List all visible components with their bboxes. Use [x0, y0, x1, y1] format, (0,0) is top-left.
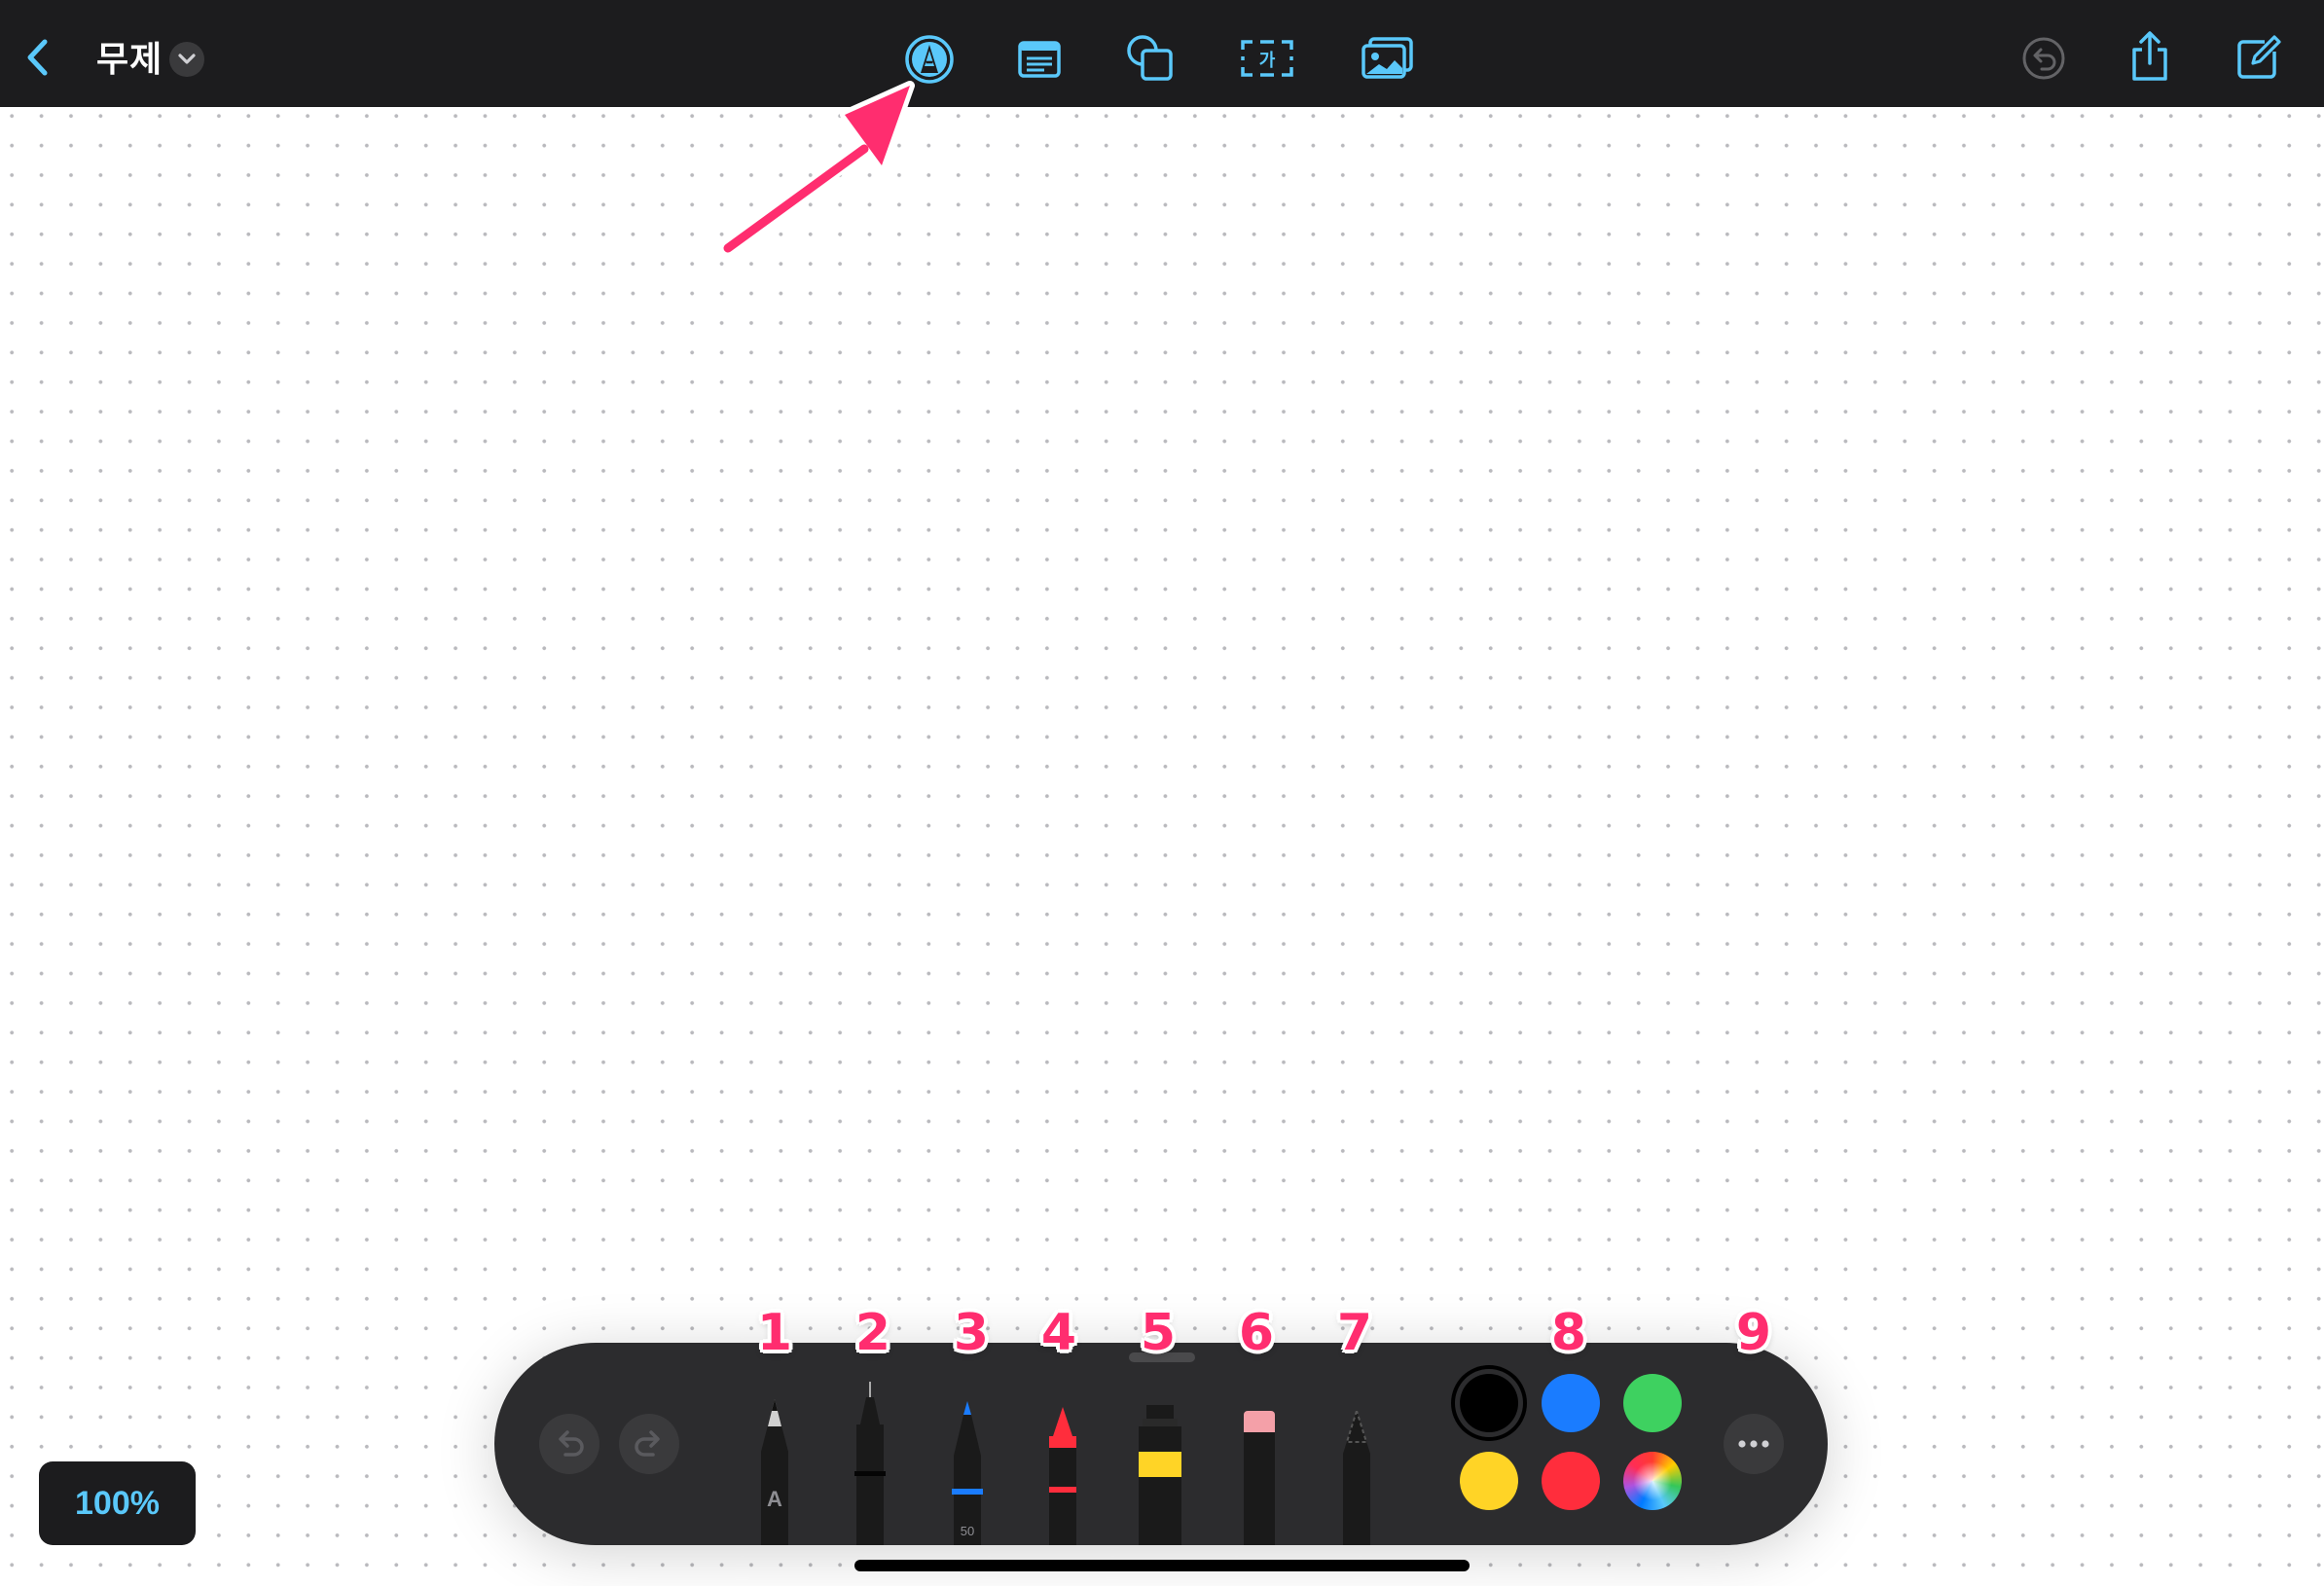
share-icon[interactable]	[2127, 29, 2172, 84]
annotation-number-8: 8	[1550, 1304, 1587, 1362]
text-box-icon[interactable]	[1016, 37, 1063, 82]
annotation-number-9: 9	[1735, 1304, 1772, 1362]
title-dropdown-chevron-icon[interactable]	[169, 42, 204, 77]
annotation-number-7: 7	[1336, 1304, 1373, 1362]
document-title[interactable]: 무제	[96, 31, 163, 82]
marker-tool[interactable]: 50	[948, 1397, 987, 1550]
home-indicator[interactable]	[854, 1560, 1470, 1571]
annotation-number-1: 1	[756, 1304, 793, 1362]
palette-undo-icon[interactable]	[539, 1414, 599, 1474]
shapes-icon[interactable]	[1125, 33, 1176, 84]
lasso-tool[interactable]	[1337, 1407, 1376, 1550]
watercolor-tool[interactable]	[1133, 1405, 1187, 1550]
color-swatch-yellow[interactable]	[1460, 1452, 1518, 1510]
more-options-icon[interactable]	[1724, 1414, 1784, 1474]
annotation-number-4: 4	[1040, 1304, 1077, 1362]
annotation-number-6: 6	[1238, 1304, 1275, 1362]
crayon-tool[interactable]	[1043, 1397, 1082, 1550]
marker-label: 50	[961, 1524, 974, 1538]
undo-icon[interactable]	[2020, 35, 2067, 82]
palette-redo-icon[interactable]	[619, 1414, 679, 1474]
back-chevron-icon[interactable]	[19, 37, 54, 78]
annotation-number-5: 5	[1140, 1304, 1177, 1362]
pen-label: A	[767, 1487, 782, 1511]
svg-text:가: 가	[1259, 51, 1276, 71]
media-icon[interactable]	[1361, 35, 1415, 82]
monoline-pen-tool[interactable]: A	[755, 1397, 794, 1550]
color-swatch-green[interactable]	[1623, 1374, 1682, 1432]
annotation-number-3: 3	[953, 1304, 990, 1362]
fineliner-pen-tool[interactable]	[851, 1382, 890, 1550]
eraser-tool[interactable]	[1240, 1411, 1279, 1550]
top-toolbar: 무제 가	[0, 0, 2324, 107]
color-swatch-blue[interactable]	[1542, 1374, 1600, 1432]
color-swatch-red[interactable]	[1542, 1452, 1600, 1510]
color-swatch-black[interactable]	[1460, 1374, 1518, 1432]
zoom-level-badge[interactable]: 100%	[39, 1461, 196, 1545]
compose-icon[interactable]	[2234, 33, 2283, 82]
annotation-number-2: 2	[854, 1304, 891, 1362]
text-recognition-icon[interactable]: 가	[1240, 35, 1294, 82]
pencil-tool-icon[interactable]	[903, 33, 956, 86]
color-swatch-multicolor[interactable]	[1623, 1452, 1682, 1510]
